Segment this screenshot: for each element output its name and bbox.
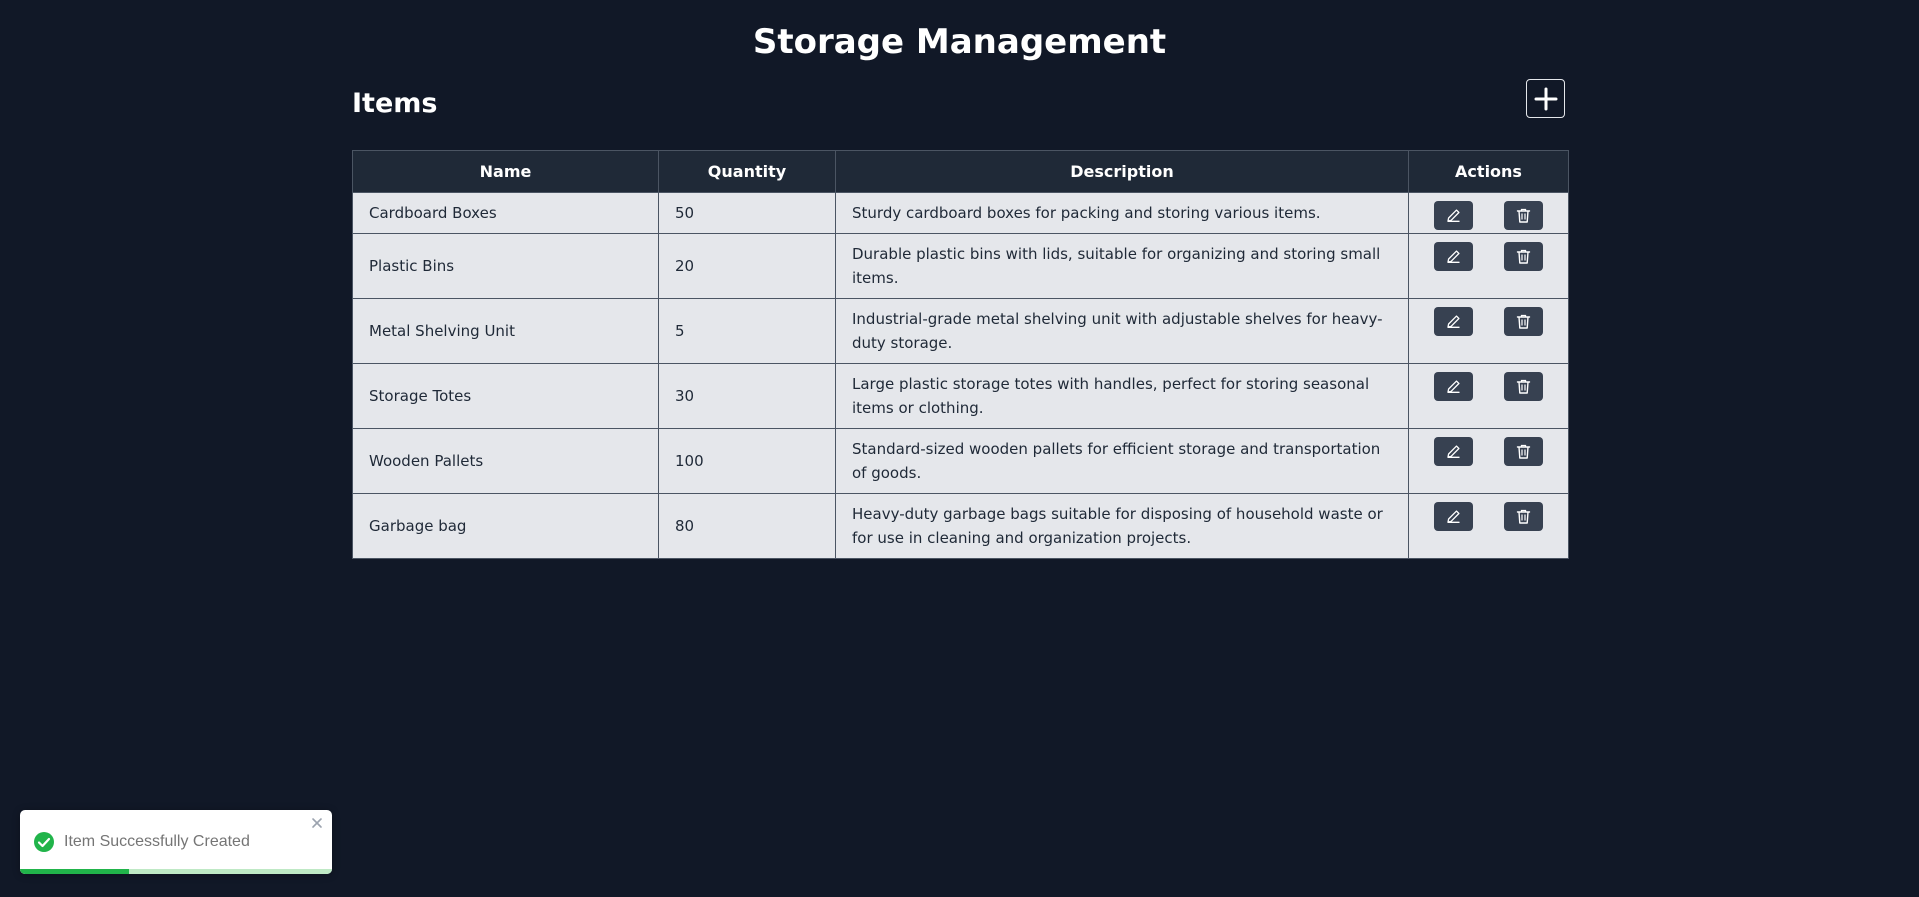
edit-button[interactable] bbox=[1434, 307, 1473, 336]
add-item-button[interactable] bbox=[1526, 79, 1565, 118]
cell-quantity: 20 bbox=[658, 233, 836, 299]
check-circle-icon bbox=[34, 832, 54, 852]
cell-actions bbox=[1408, 298, 1569, 364]
cell-actions bbox=[1408, 493, 1569, 559]
delete-button[interactable] bbox=[1504, 437, 1543, 466]
edit-button[interactable] bbox=[1434, 502, 1473, 531]
success-toast: Item Successfully Created bbox=[20, 810, 332, 874]
trash-icon bbox=[1516, 379, 1531, 394]
row-actions bbox=[1409, 494, 1568, 531]
row-actions bbox=[1409, 429, 1568, 466]
cell-quantity: 100 bbox=[658, 428, 836, 494]
cell-name: Garbage bag bbox=[352, 493, 659, 559]
pencil-icon bbox=[1447, 380, 1460, 393]
table-row: Storage Totes 30 Large plastic storage tot… bbox=[352, 363, 1569, 429]
row-actions bbox=[1409, 193, 1568, 230]
pencil-icon bbox=[1447, 250, 1460, 263]
column-header-actions: Actions bbox=[1408, 150, 1569, 193]
cell-description: Heavy-duty garbage bags suitable for dis… bbox=[835, 493, 1409, 559]
pencil-icon bbox=[1447, 315, 1460, 328]
toast-progress-track bbox=[20, 869, 332, 874]
table-header-row: Name Quantity Description Actions bbox=[352, 150, 1569, 193]
pencil-icon bbox=[1447, 209, 1460, 222]
edit-button[interactable] bbox=[1434, 242, 1473, 271]
cell-actions bbox=[1408, 233, 1569, 299]
cell-description: Durable plastic bins with lids, suitable… bbox=[835, 233, 1409, 299]
table-row: Plastic Bins 20 Durable plastic bins with … bbox=[352, 233, 1569, 299]
column-header-name: Name bbox=[352, 150, 659, 193]
items-table-container: Name Quantity Description Actions Cardbo… bbox=[352, 150, 1569, 559]
section-title: Items bbox=[352, 88, 438, 119]
cell-actions bbox=[1408, 192, 1569, 234]
cell-actions bbox=[1408, 428, 1569, 494]
cell-name: Plastic Bins bbox=[352, 233, 659, 299]
trash-icon bbox=[1516, 509, 1531, 524]
trash-icon bbox=[1516, 444, 1531, 459]
trash-icon bbox=[1516, 249, 1531, 264]
row-actions bbox=[1409, 364, 1568, 401]
toast-progress-bar bbox=[20, 869, 130, 874]
edit-button[interactable] bbox=[1434, 437, 1473, 466]
table-row: Cardboard Boxes 50 Sturdy cardboard boxes … bbox=[352, 192, 1569, 234]
edit-button[interactable] bbox=[1434, 372, 1473, 401]
items-table: Name Quantity Description Actions Cardbo… bbox=[352, 150, 1569, 559]
plus-icon bbox=[1534, 87, 1557, 110]
table-row: Garbage bag 80 Heavy-duty garbage bags sui… bbox=[352, 493, 1569, 559]
cell-name: Metal Shelving Unit bbox=[352, 298, 659, 364]
row-actions bbox=[1409, 234, 1568, 271]
cell-name: Cardboard Boxes bbox=[352, 192, 659, 234]
close-icon bbox=[312, 818, 322, 828]
cell-quantity: 50 bbox=[658, 192, 836, 234]
trash-icon bbox=[1516, 208, 1531, 223]
column-header-quantity: Quantity bbox=[658, 150, 836, 193]
cell-description: Sturdy cardboard boxes for packing and s… bbox=[835, 192, 1409, 234]
toast-message: Item Successfully Created bbox=[64, 833, 250, 850]
delete-button[interactable] bbox=[1504, 307, 1543, 336]
row-actions bbox=[1409, 299, 1568, 336]
cell-description: Large plastic storage totes with handles… bbox=[835, 363, 1409, 429]
delete-button[interactable] bbox=[1504, 502, 1543, 531]
delete-button[interactable] bbox=[1504, 201, 1543, 230]
pencil-icon bbox=[1447, 445, 1460, 458]
delete-button[interactable] bbox=[1504, 242, 1543, 271]
toast-close-button[interactable] bbox=[310, 816, 324, 830]
cell-actions bbox=[1408, 363, 1569, 429]
cell-quantity: 80 bbox=[658, 493, 836, 559]
edit-button[interactable] bbox=[1434, 201, 1473, 230]
page-title: Storage Management bbox=[752, 22, 1167, 62]
pencil-icon bbox=[1447, 510, 1460, 523]
cell-name: Wooden Pallets bbox=[352, 428, 659, 494]
cell-description: Industrial-grade metal shelving unit wit… bbox=[835, 298, 1409, 364]
cell-quantity: 30 bbox=[658, 363, 836, 429]
column-header-description: Description bbox=[835, 150, 1409, 193]
cell-description: Standard-sized wooden pallets for effici… bbox=[835, 428, 1409, 494]
table-row: Metal Shelving Unit 5 Industrial-grade met… bbox=[352, 298, 1569, 364]
delete-button[interactable] bbox=[1504, 372, 1543, 401]
table-row: Wooden Pallets 100 Standard-sized wooden p… bbox=[352, 428, 1569, 494]
trash-icon bbox=[1516, 314, 1531, 329]
cell-name: Storage Totes bbox=[352, 363, 659, 429]
cell-quantity: 5 bbox=[658, 298, 836, 364]
